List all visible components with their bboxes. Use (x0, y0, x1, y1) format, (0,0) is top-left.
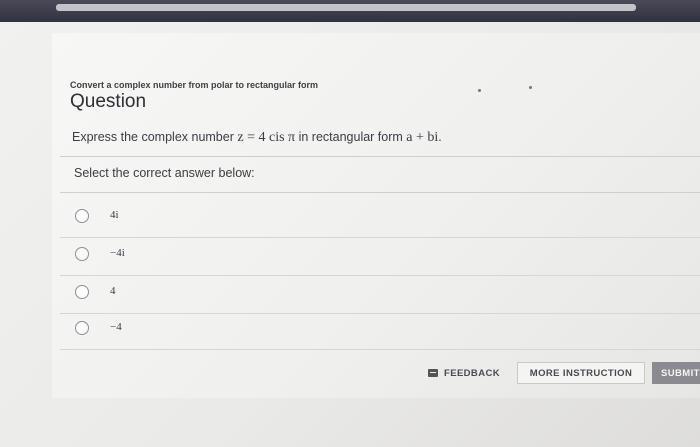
question-subtitle: Convert a complex number from polar to r… (70, 80, 319, 90)
prompt-end: . (438, 130, 442, 144)
progress-bar (56, 4, 636, 11)
answer-option[interactable]: 4 (60, 276, 700, 314)
answer-option[interactable]: −4 (60, 312, 700, 350)
answer-option[interactable]: −4i (60, 238, 700, 276)
answer-option-label: −4i (110, 247, 125, 259)
divider (60, 192, 700, 193)
answer-option-label: −4 (110, 321, 122, 333)
option-divider (60, 349, 700, 350)
smudge (529, 86, 532, 89)
question-prompt: Express the complex number z = 4 cis π i… (72, 130, 442, 146)
answer-option[interactable]: 4i (60, 200, 700, 238)
more-instruction-label: MORE INSTRUCTION (529, 367, 633, 379)
prompt-tail-text: in rectangular form (298, 130, 403, 144)
submit-label: SUBMIT (661, 367, 700, 379)
feedback-icon (428, 369, 438, 377)
radio-button[interactable] (75, 321, 89, 335)
feedback-button[interactable]: FEEDBACK (419, 362, 509, 384)
answer-option-label: 4 (110, 285, 116, 297)
smudge (478, 89, 481, 92)
prompt-lead-text: Express the complex number (72, 130, 234, 144)
question-heading: Question (70, 91, 147, 112)
feedback-label: FEEDBACK (444, 367, 500, 379)
top-bar (0, 0, 700, 24)
radio-button[interactable] (75, 247, 89, 261)
more-instruction-button[interactable]: MORE INSTRUCTION (517, 362, 645, 384)
divider (60, 156, 700, 157)
math-target-form: a + bi (406, 130, 439, 145)
answer-option-label: 4i (110, 209, 119, 221)
submit-button[interactable]: SUBMIT (652, 362, 700, 384)
radio-button[interactable] (75, 285, 89, 299)
select-answer-label: Select the correct answer below: (74, 166, 255, 180)
radio-button[interactable] (75, 209, 89, 223)
math-expression: z = 4 cis π (237, 130, 296, 145)
